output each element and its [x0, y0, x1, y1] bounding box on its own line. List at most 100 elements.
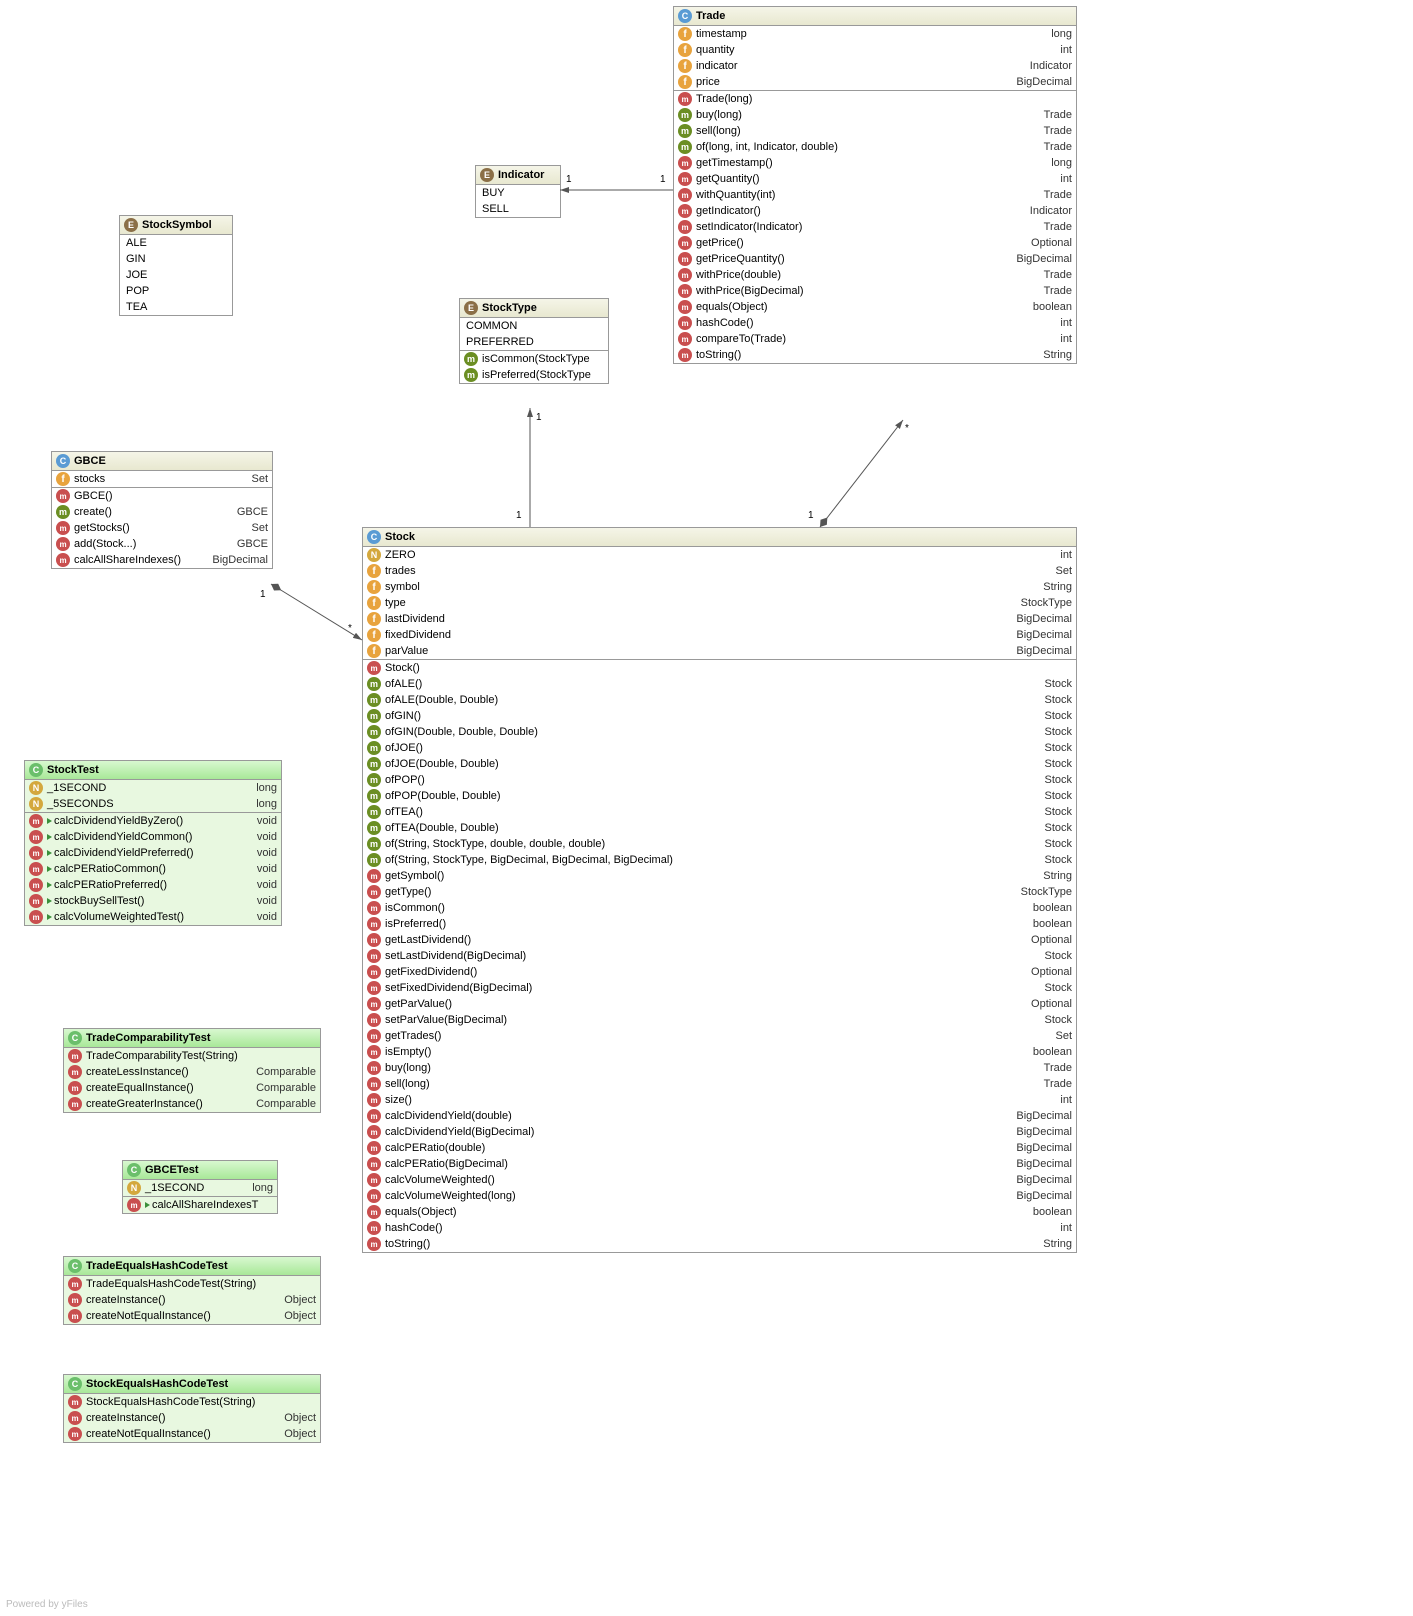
member-row: mofGIN()Stock: [363, 708, 1076, 724]
cardinality-label: 1: [516, 510, 522, 521]
member-type: String: [1035, 581, 1072, 593]
method-icon: m: [68, 1097, 82, 1111]
member-row: mTradeComparabilityTest(String): [64, 1048, 320, 1064]
member-name: getQuantity(): [696, 173, 760, 185]
member-name: getStocks(): [74, 522, 130, 534]
static-method-icon: m: [678, 108, 692, 122]
method-icon: m: [678, 348, 692, 362]
enum-value: ALE: [120, 235, 232, 251]
member-type: Stock: [1036, 982, 1072, 994]
class-stockeq[interactable]: CStockEqualsHashCodeTest mStockEqualsHas…: [63, 1374, 321, 1443]
member-name: toString(): [696, 349, 741, 361]
member-type: String: [1035, 870, 1072, 882]
member-name: createNotEqualInstance(): [86, 1310, 211, 1322]
member-row: mwithQuantity(int)Trade: [674, 187, 1076, 203]
member-type: int: [1052, 317, 1072, 329]
member-type: Stock: [1036, 854, 1072, 866]
class-title: Trade: [696, 10, 725, 22]
member-row: NZEROint: [363, 547, 1076, 563]
member-row: msetFixedDividend(BigDecimal)Stock: [363, 980, 1076, 996]
member-row: mtoString()String: [674, 347, 1076, 363]
test-method-icon: m: [29, 814, 43, 828]
method-icon: m: [367, 885, 381, 899]
member-type: Set: [243, 522, 268, 534]
class-indicator[interactable]: EIndicator BUYSELL: [475, 165, 561, 218]
member-name: hashCode(): [385, 1222, 442, 1234]
member-type: Object: [276, 1294, 316, 1306]
method-icon: m: [367, 997, 381, 1011]
method-icon: m: [367, 965, 381, 979]
member-row: mcalcVolumeWeightedTest()void: [25, 909, 281, 925]
class-stocktest[interactable]: CStockTest N_1SECONDlongN_5SECONDSlong m…: [24, 760, 282, 926]
member-row: mequals(Object)boolean: [363, 1204, 1076, 1220]
member-row: mstockBuySellTest()void: [25, 893, 281, 909]
static-method-icon: m: [367, 757, 381, 771]
run-icon: [47, 866, 52, 872]
member-name: ZERO: [385, 549, 416, 561]
member-row: mcreateNotEqualInstance()Object: [64, 1308, 320, 1324]
member-name: create(): [74, 506, 112, 518]
member-row: mgetPrice()Optional: [674, 235, 1076, 251]
member-name: StockEqualsHashCodeTest(String): [86, 1396, 255, 1408]
class-trade[interactable]: CTrade ftimestamplongfquantityintfindica…: [673, 6, 1077, 364]
member-name: calcAllShareIndexes(): [74, 554, 181, 566]
static-method-icon: m: [678, 124, 692, 138]
static-method-icon: m: [367, 741, 381, 755]
method-icon: m: [367, 1221, 381, 1235]
member-type: Stock: [1036, 742, 1072, 754]
class-stock[interactable]: CStock NZEROintftradesSetfsymbolStringft…: [362, 527, 1077, 1253]
member-row: mof(String, StockType, BigDecimal, BigDe…: [363, 852, 1076, 868]
member-type: Trade: [1036, 125, 1072, 137]
member-row: mbuy(long)Trade: [674, 107, 1076, 123]
member-name: ofJOE(): [385, 742, 423, 754]
enum-value: PREFERRED: [460, 334, 608, 350]
test-method-icon: m: [29, 894, 43, 908]
field-icon: f: [367, 628, 381, 642]
static-method-icon: m: [56, 505, 70, 519]
member-type: Comparable: [248, 1098, 316, 1110]
member-type: boolean: [1025, 918, 1072, 930]
class-title: StockTest: [47, 764, 99, 776]
member-name: ofALE(): [385, 678, 422, 690]
member-row: msell(long)Trade: [674, 123, 1076, 139]
run-icon: [47, 818, 52, 824]
class-tradecomp[interactable]: CTradeComparabilityTest mTradeComparabil…: [63, 1028, 321, 1113]
member-name: getFixedDividend(): [385, 966, 477, 978]
member-name: getPrice(): [696, 237, 744, 249]
method-icon: m: [367, 1045, 381, 1059]
member-name: TradeEqualsHashCodeTest(String): [86, 1278, 256, 1290]
member-name: sell(long): [385, 1078, 430, 1090]
member-row: m ofJOE() Stock: [363, 740, 1076, 756]
member-name: isPreferred(StockType: [482, 369, 591, 381]
member-name: getTrades(): [385, 1030, 441, 1042]
method-icon: m: [68, 1395, 82, 1409]
member-name: price: [696, 76, 720, 88]
member-row: mcreateInstance()Object: [64, 1410, 320, 1426]
member-type: Stock: [1036, 710, 1072, 722]
member-type: BigDecimal: [1008, 1158, 1072, 1170]
member-name: toString(): [385, 1238, 430, 1250]
class-stocksymbol[interactable]: EStockSymbol ALEGINJOEPOPTEA: [119, 215, 233, 316]
method-icon: m: [678, 284, 692, 298]
member-row: mcalcPERatio(BigDecimal)BigDecimal: [363, 1156, 1076, 1172]
class-gbcetest[interactable]: CGBCETest N_1SECONDlong mcalcAllShareInd…: [122, 1160, 278, 1214]
method-icon: m: [367, 917, 381, 931]
member-row: mofALE()Stock: [363, 676, 1076, 692]
class-gbce[interactable]: CGBCE fstocksSet mGBCE()mcreate()GBCEmge…: [51, 451, 273, 569]
class-stocktype[interactable]: EStockType COMMONPREFERRED misCommon(Sto…: [459, 298, 609, 384]
class-tradeeq[interactable]: CTradeEqualsHashCodeTest mTradeEqualsHas…: [63, 1256, 321, 1325]
member-row: misCommon()boolean: [363, 900, 1076, 916]
member-name: calcPERatio(double): [385, 1142, 485, 1154]
member-row: mofGIN(Double, Double, Double)Stock: [363, 724, 1076, 740]
member-name: _1SECOND: [145, 1182, 204, 1194]
method-icon: m: [68, 1277, 82, 1291]
class-title: GBCETest: [145, 1164, 199, 1176]
member-row: mwithPrice(double)Trade: [674, 267, 1076, 283]
field-icon: f: [367, 596, 381, 610]
member-type: BigDecimal: [204, 554, 268, 566]
method-icon: m: [678, 236, 692, 250]
member-row: m StockEqualsHashCodeTest(String): [64, 1394, 320, 1410]
method-icon: m: [68, 1081, 82, 1095]
member-name: buy(long): [385, 1062, 431, 1074]
member-row: mgetTimestamp()long: [674, 155, 1076, 171]
